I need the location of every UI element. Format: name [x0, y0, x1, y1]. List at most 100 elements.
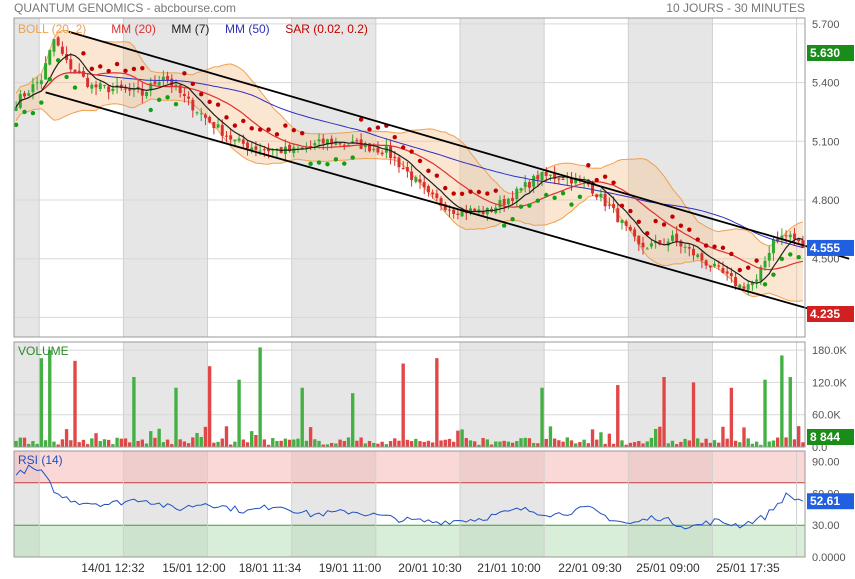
volume-bar: [485, 439, 490, 447]
volume-bar: [149, 431, 153, 447]
volume-bar: [199, 436, 203, 447]
sar-dot: [55, 58, 61, 63]
last-price-badge: 4.555: [810, 241, 840, 255]
candle-body: [258, 150, 262, 152]
candle-body: [502, 198, 506, 206]
sar-dot: [98, 64, 103, 69]
day-shade: [291, 342, 376, 447]
volume-bar: [31, 441, 35, 447]
sar-dot: [316, 160, 322, 165]
volume-bar: [153, 437, 157, 447]
candle-body: [313, 143, 317, 146]
volume-bar: [178, 439, 182, 447]
volume-tick-label: 180.0K: [812, 345, 848, 357]
candle-body: [540, 171, 544, 181]
volume-bar: [191, 437, 195, 447]
candle-body: [628, 226, 632, 231]
candle-body: [511, 197, 515, 201]
sar-dot: [544, 192, 549, 198]
candle-body: [435, 193, 439, 199]
volume-bar: [90, 438, 94, 447]
sar-dot: [670, 214, 675, 219]
candle-body: [124, 88, 127, 90]
volume-bar: [595, 439, 599, 447]
candle-body: [191, 99, 195, 111]
volume-bar: [502, 440, 506, 447]
volume-bar: [464, 438, 468, 447]
legend-item: MM (50): [225, 22, 270, 36]
volume-bar: [271, 438, 275, 447]
volume-bar: [106, 439, 111, 447]
candle-body: [793, 233, 796, 240]
sar-dot: [266, 127, 271, 132]
candle-body: [44, 63, 48, 80]
legend-item: SAR (0.02, 0.2): [285, 22, 368, 36]
sar-dot: [232, 123, 238, 128]
volume-bar: [397, 440, 401, 447]
sar-dot: [788, 252, 793, 257]
sar-dot: [72, 85, 78, 90]
candle-body: [389, 146, 393, 159]
volume-bar: [578, 442, 582, 447]
candle-body: [81, 71, 85, 77]
volume-bar: [355, 440, 359, 447]
volume-bar: [771, 440, 776, 447]
sar-dot: [745, 265, 751, 270]
candle-body: [544, 171, 548, 176]
candle-body: [784, 235, 788, 237]
volume-bar: [754, 441, 759, 447]
candle-body: [506, 198, 510, 205]
volume-bar: [300, 387, 304, 447]
x-tick-label: 18/01 11:34: [239, 561, 302, 575]
candle-body: [683, 246, 687, 248]
candle-body: [595, 194, 599, 198]
volume-bar: [64, 429, 69, 447]
candle-body: [376, 147, 380, 153]
volume-bar: [717, 442, 721, 447]
sar-dot: [291, 127, 296, 133]
candle-body: [620, 219, 624, 223]
candle-body: [692, 248, 695, 256]
candle-body: [170, 78, 174, 87]
volume-bar: [304, 440, 309, 447]
sar-dot: [619, 203, 625, 209]
sar-dot: [375, 125, 381, 130]
sar-dot: [586, 163, 591, 168]
volume-bar: [460, 429, 464, 447]
volume-bar: [704, 438, 708, 447]
x-tick-label: 25/01 09:00: [636, 561, 700, 575]
sar-dot: [39, 100, 44, 105]
last-volume-badge: 8 844: [810, 430, 840, 444]
volume-bar: [405, 439, 410, 447]
volume-bar: [784, 437, 788, 447]
candle-body: [246, 142, 249, 149]
sar-dot: [199, 91, 204, 97]
volume-bar: [456, 430, 460, 447]
volume-bar: [115, 437, 119, 447]
candle-body: [599, 193, 603, 198]
volume-bar: [792, 439, 797, 447]
legend-item: MM (7): [171, 22, 209, 36]
volume-bar: [363, 443, 368, 447]
sar-dot: [485, 191, 490, 196]
sar-dot: [577, 194, 583, 200]
volume-bar: [443, 439, 447, 447]
candle-body: [94, 84, 98, 88]
candle-body: [372, 149, 376, 151]
volume-bar: [742, 427, 746, 447]
volume-bar: [670, 440, 675, 447]
sar-dot: [156, 97, 162, 102]
volume-bar: [98, 441, 102, 447]
volume-bar: [653, 428, 658, 447]
candle-body: [426, 186, 430, 193]
volume-bar: [414, 438, 418, 447]
candle-body: [98, 83, 102, 89]
day-shade: [123, 342, 208, 447]
sar-dot: [392, 134, 397, 140]
volume-bar: [658, 426, 662, 447]
sar-dot: [653, 218, 658, 224]
volume-bar: [401, 363, 405, 447]
volume-bar: [435, 358, 439, 447]
volume-bar: [548, 426, 553, 447]
candle-body: [519, 188, 523, 191]
